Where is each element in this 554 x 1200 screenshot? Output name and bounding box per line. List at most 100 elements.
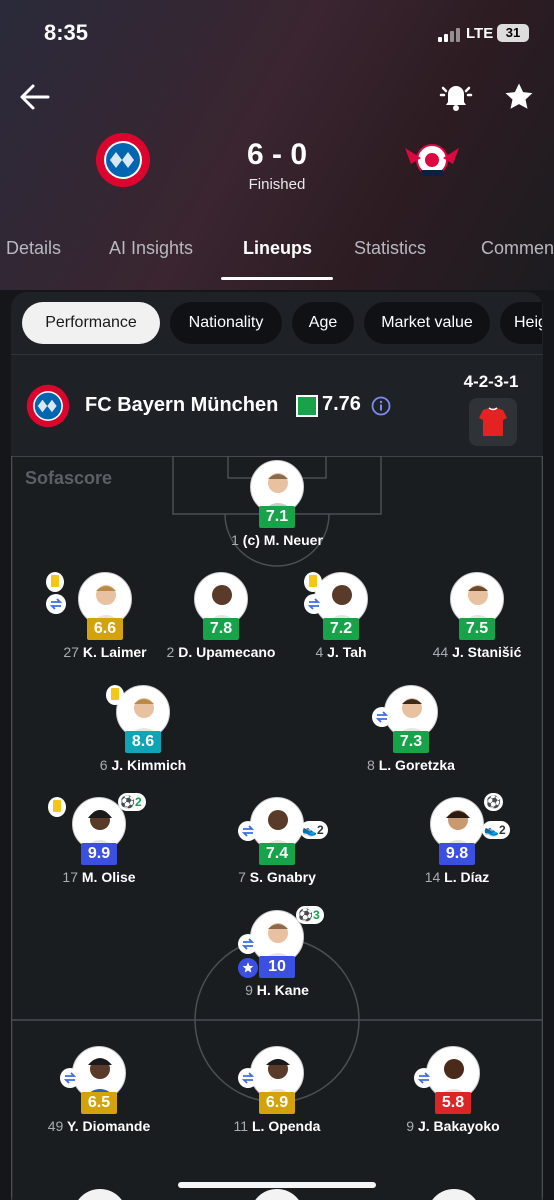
player-name: 9 H. Kane bbox=[245, 982, 309, 998]
bayern-logo-icon bbox=[96, 133, 150, 187]
chip-height[interactable]: Heigh bbox=[500, 302, 542, 344]
player-name: 6 J. Kimmich bbox=[99, 757, 187, 773]
bayern-logo-icon bbox=[26, 384, 70, 428]
assist-icon: 👟 bbox=[484, 823, 499, 837]
back-arrow-icon bbox=[20, 84, 50, 110]
goal-icon: ⚽ bbox=[486, 795, 501, 809]
player-card[interactable]: 6.9 11 L. Openda bbox=[212, 1046, 342, 1156]
player-card[interactable]: 8.6 6 J. Kimmich bbox=[78, 685, 208, 795]
goal-badge: ⚽ bbox=[484, 793, 503, 811]
player-name: 9 J. Bakayoko bbox=[406, 1118, 500, 1134]
player-rating: 7.3 bbox=[393, 731, 429, 753]
assist-badge: 👟2 bbox=[300, 821, 328, 839]
substitution-icon bbox=[238, 1068, 258, 1088]
tab-lineups[interactable]: Lineups bbox=[243, 238, 312, 259]
tab-commentary[interactable]: Commen bbox=[481, 238, 554, 259]
home-team-crest[interactable] bbox=[95, 132, 151, 188]
filter-chips: Performance Nationality Age Market value… bbox=[22, 302, 542, 348]
player-card[interactable]: 6.6 27 K. Laimer bbox=[40, 572, 170, 682]
substitution-icon bbox=[238, 821, 258, 841]
tab-ai-insights[interactable]: AI Insights bbox=[109, 238, 193, 259]
player-rating: 9.8 bbox=[439, 843, 475, 865]
chip-market-value[interactable]: Market value bbox=[364, 302, 490, 344]
player-of-the-match-icon bbox=[238, 958, 258, 978]
substitution-icon bbox=[304, 594, 324, 614]
yellow-card-icon bbox=[46, 572, 64, 592]
home-indicator[interactable] bbox=[178, 1182, 376, 1188]
bell-icon bbox=[439, 86, 473, 111]
chip-nationality[interactable]: Nationality bbox=[170, 302, 282, 344]
player-card[interactable]: ⚽ 👟2 9.8 14 L. Díaz bbox=[392, 793, 522, 907]
player-rating: 10 bbox=[259, 956, 295, 978]
battery-icon: 31 bbox=[497, 24, 529, 42]
player-card[interactable]: 5.8 9 J. Bakayoko bbox=[388, 1046, 518, 1156]
player-card[interactable]: ⚽3 10 9 H. Kane bbox=[212, 906, 342, 1020]
chip-performance[interactable]: Performance bbox=[22, 302, 160, 344]
favorite-button[interactable] bbox=[502, 80, 536, 114]
status-time: 8:35 bbox=[44, 20, 89, 45]
goal-badge: ⚽3 bbox=[296, 906, 324, 924]
player-rating: 6.6 bbox=[87, 618, 123, 640]
player-rating: 6.9 bbox=[259, 1092, 295, 1114]
match-status: Finished bbox=[248, 176, 306, 193]
yellow-card-icon bbox=[304, 572, 322, 592]
team-kit bbox=[469, 398, 517, 446]
substitution-icon bbox=[414, 1068, 434, 1088]
tab-details[interactable]: Details bbox=[6, 238, 61, 259]
player-card[interactable]: 7.3 8 L. Goretzka bbox=[346, 685, 476, 795]
player-rating: 8.6 bbox=[125, 731, 161, 753]
player-card[interactable]: 7.2 4 J. Tah bbox=[276, 572, 406, 682]
assist-icon: 👟 bbox=[302, 823, 317, 837]
player-name: 1 (c) M. Neuer bbox=[231, 532, 323, 548]
player-card[interactable]: ⚽2 9.9 17 M. Olise bbox=[34, 793, 164, 907]
lineup-card: Performance Nationality Age Market value… bbox=[11, 292, 543, 1200]
player-card[interactable]: 6.5 49 Y. Diomande bbox=[34, 1046, 164, 1156]
chip-age[interactable]: Age bbox=[292, 302, 354, 344]
player-rating: 5.8 bbox=[435, 1092, 471, 1114]
yellow-card-icon bbox=[48, 797, 66, 817]
team-header: FC Bayern München 7.76 4-2-3-1 bbox=[11, 370, 543, 450]
team-crest bbox=[26, 384, 70, 428]
player-card[interactable]: 7.5 44 J. Stanišić bbox=[412, 572, 542, 682]
assist-badge: 👟2 bbox=[482, 821, 510, 839]
player-name: 49 Y. Diomande bbox=[47, 1118, 151, 1134]
back-button[interactable] bbox=[18, 80, 52, 114]
player-name: 14 L. Díaz bbox=[424, 869, 490, 885]
goal-icon: ⚽ bbox=[120, 795, 135, 809]
divider bbox=[11, 354, 543, 355]
player-name: 11 L. Openda bbox=[233, 1118, 321, 1134]
team-name: FC Bayern München bbox=[85, 394, 279, 416]
player-card[interactable]: 👟2 7.4 7 S. Gnabry bbox=[212, 797, 342, 907]
player-name: 17 M. Olise bbox=[62, 869, 136, 885]
match-score: 6 - 0 bbox=[246, 138, 308, 171]
match-tabs: Details AI Insights Lineups Statistics C… bbox=[0, 228, 554, 280]
team-rating-swatch bbox=[296, 395, 318, 417]
substitution-icon bbox=[372, 707, 392, 727]
player-rating: 9.9 bbox=[81, 843, 117, 865]
active-tab-indicator bbox=[221, 277, 333, 280]
info-icon[interactable] bbox=[371, 396, 391, 416]
player-rating: 7.2 bbox=[323, 618, 359, 640]
player-rating: 7.8 bbox=[203, 618, 239, 640]
pitch: Sofascore 7.1 1 (c) M. Neuer 6.6 27 K. L… bbox=[11, 456, 543, 1200]
notification-button[interactable] bbox=[438, 78, 474, 114]
player-name: 8 L. Goretzka bbox=[367, 757, 455, 773]
substitution-icon bbox=[46, 594, 66, 614]
away-team-crest[interactable] bbox=[403, 136, 461, 182]
tab-statistics[interactable]: Statistics bbox=[354, 238, 426, 259]
substitution-icon bbox=[238, 934, 258, 954]
network-label: LTE bbox=[466, 25, 494, 42]
team-rating: 7.76 bbox=[322, 393, 361, 415]
player-card[interactable]: 7.8 2 D. Upamecano bbox=[156, 572, 286, 682]
yellow-card-icon bbox=[106, 685, 124, 705]
player-name: 7 S. Gnabry bbox=[238, 869, 316, 885]
leipzig-logo-icon bbox=[405, 144, 459, 176]
player-name: 44 J. Stanišić bbox=[432, 644, 522, 660]
goal-icon: ⚽ bbox=[298, 908, 313, 922]
goal-badge: ⚽2 bbox=[118, 793, 146, 811]
player-rating: 7.1 bbox=[259, 506, 295, 528]
player-card[interactable]: 7.1 1 (c) M. Neuer bbox=[212, 460, 342, 570]
status-bar: 8:35 LTE 31 bbox=[0, 0, 554, 70]
sofascore-watermark: Sofascore bbox=[25, 468, 113, 488]
substitution-icon bbox=[60, 1068, 80, 1088]
